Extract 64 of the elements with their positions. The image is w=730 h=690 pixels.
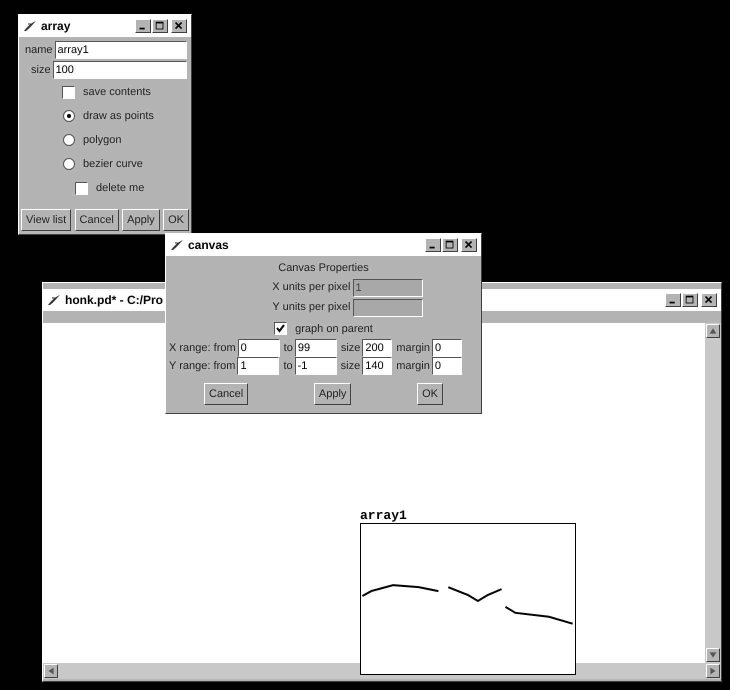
field-label: to — [283, 358, 293, 374]
checkbox[interactable] — [274, 322, 288, 336]
checkbox-label: save contents — [83, 84, 151, 100]
maximize-icon[interactable] — [442, 238, 458, 252]
window-title: honk.pd* - C:/Pro — [65, 292, 163, 309]
scroll-left-icon[interactable] — [44, 664, 58, 678]
close-icon[interactable] — [701, 293, 717, 307]
scroll-down-icon[interactable] — [706, 648, 720, 662]
input-field[interactable]: 1 — [237, 357, 280, 375]
field-label: Y range: from — [169, 358, 236, 374]
radio-button[interactable] — [63, 110, 75, 122]
minimize-icon[interactable] — [425, 238, 441, 252]
window-title: canvas — [188, 237, 229, 254]
minimize-icon[interactable] — [135, 19, 151, 33]
field-label: margin — [396, 358, 430, 374]
radio-button[interactable] — [63, 134, 75, 146]
dialog-button[interactable]: Apply — [122, 209, 160, 231]
vertical-scrollbar[interactable] — [705, 323, 721, 663]
dialog-button[interactable]: Cancel — [204, 383, 248, 405]
feather-logo-icon — [170, 239, 184, 251]
close-icon[interactable] — [171, 19, 187, 33]
input-field[interactable]: 200 — [362, 339, 392, 357]
input-field[interactable]: 140 — [362, 357, 392, 375]
input-field[interactable]: 99 — [294, 339, 337, 357]
radio-button[interactable] — [63, 158, 75, 170]
field-label: to — [284, 340, 293, 356]
input-field[interactable]: 100 — [52, 61, 187, 79]
dialog-button[interactable]: View list — [21, 209, 72, 231]
checkbox[interactable] — [75, 182, 88, 194]
radio-label: draw as points — [83, 108, 154, 124]
scroll-up-icon[interactable] — [706, 324, 720, 338]
feather-logo-icon — [47, 294, 61, 306]
maximize-icon[interactable] — [682, 293, 698, 307]
field-label: size — [340, 358, 360, 374]
field-label: name — [25, 42, 53, 58]
dialog-button[interactable]: OK — [417, 383, 443, 405]
maximize-icon[interactable] — [152, 19, 168, 33]
checkmark-icon — [276, 324, 286, 334]
checkbox-label: graph on parent — [295, 322, 373, 336]
field-label: margin — [396, 340, 430, 356]
graph-label: array1 — [360, 509, 408, 523]
scroll-right-icon[interactable] — [706, 664, 720, 678]
window-title: array — [41, 18, 70, 35]
field-label: size — [31, 62, 51, 78]
input-field[interactable]: array1 — [54, 41, 187, 59]
minimize-icon[interactable] — [665, 293, 681, 307]
input-field[interactable]: 0 — [238, 339, 280, 357]
field-label: X units per pixel — [271, 280, 350, 296]
checkbox-label: delete me — [96, 180, 144, 196]
checkbox[interactable] — [62, 86, 75, 98]
input-field[interactable]: 0 — [432, 357, 462, 375]
dialog-button[interactable]: Apply — [314, 383, 352, 405]
input-field[interactable]: 0 — [432, 339, 462, 357]
close-icon[interactable] — [461, 238, 477, 252]
field-label: Y units per pixel — [271, 300, 350, 316]
radio-label: polygon — [83, 132, 122, 148]
dialog-button[interactable]: Cancel — [74, 209, 119, 231]
dialog-button[interactable]: OK — [163, 209, 189, 231]
radio-label: bezier curve — [83, 156, 143, 172]
feather-logo-icon — [23, 20, 37, 32]
field-label: X range: from — [169, 340, 236, 356]
dialog-heading: Canvas Properties — [278, 261, 369, 276]
field-label: size — [340, 340, 360, 356]
input-field[interactable]: -1 — [294, 357, 337, 375]
